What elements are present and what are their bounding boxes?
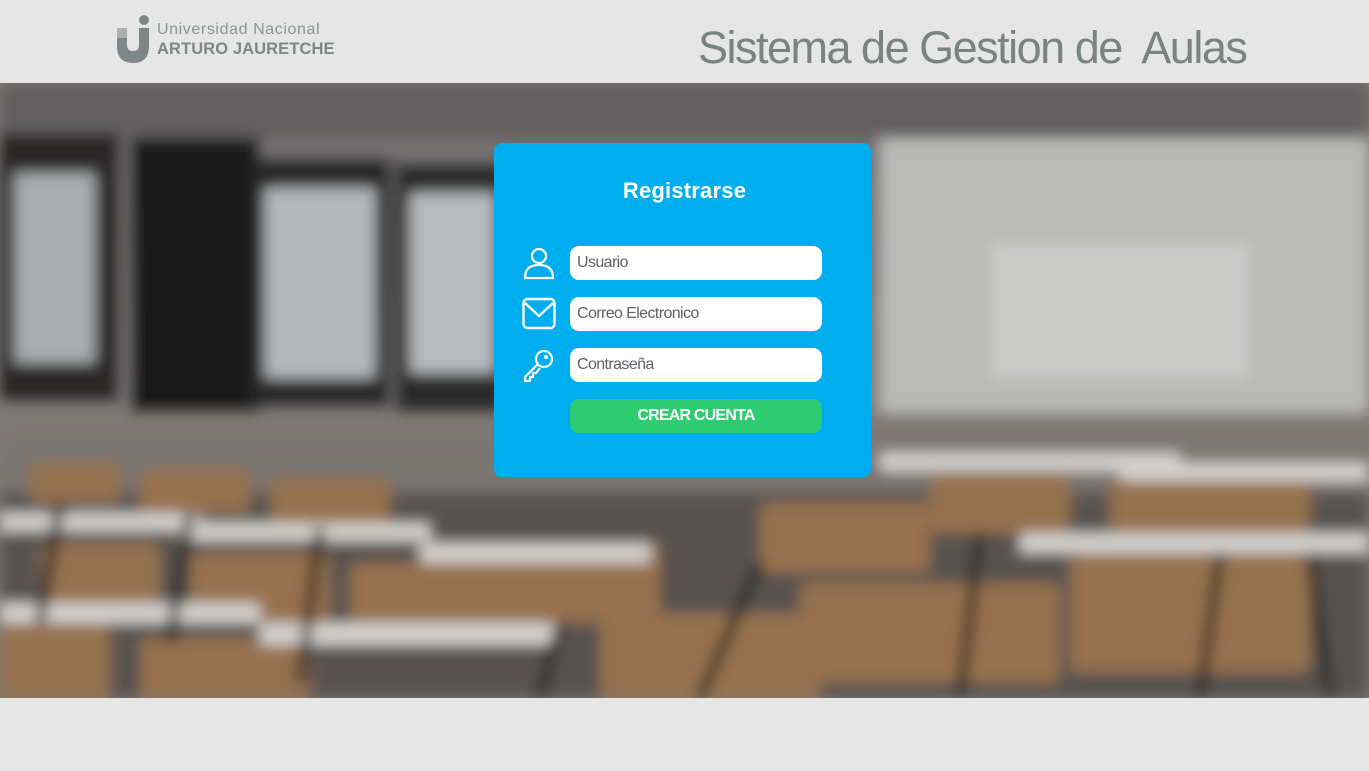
user-icon bbox=[523, 247, 555, 280]
create-account-button[interactable]: CREAR CUENTA bbox=[570, 399, 822, 433]
university-logo-mark bbox=[117, 15, 149, 63]
page: Universidad Nacional ARTURO JAURETCHE Si… bbox=[0, 0, 1369, 771]
key-icon bbox=[523, 349, 554, 383]
mail-icon bbox=[522, 297, 556, 330]
university-logo: Universidad Nacional ARTURO JAURETCHE bbox=[115, 14, 335, 66]
logo-text-line1: Universidad Nacional bbox=[157, 21, 321, 39]
password-input[interactable] bbox=[570, 348, 822, 382]
header: Universidad Nacional ARTURO JAURETCHE Si… bbox=[0, 0, 1369, 83]
logo-text-line2: ARTURO JAURETCHE bbox=[157, 40, 335, 59]
register-title: Registrarse bbox=[622, 178, 747, 203]
app-title: Sistema de Gestion de Aulas bbox=[698, 22, 1248, 73]
username-input[interactable] bbox=[570, 246, 822, 280]
email-input[interactable] bbox=[570, 297, 822, 331]
